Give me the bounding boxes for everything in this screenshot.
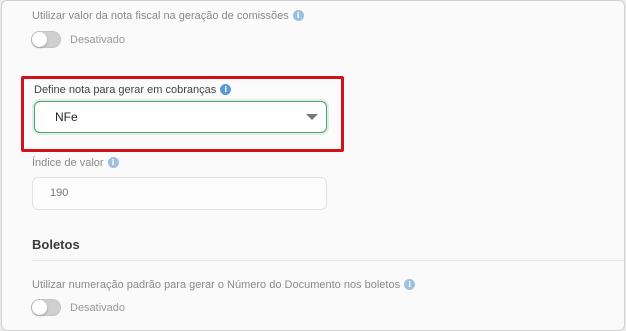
billing-note-select[interactable]: NFe <box>34 101 327 133</box>
info-icon[interactable]: i <box>220 84 232 95</box>
toggle-knob <box>32 32 47 47</box>
value-index-label-row: Índice de valor i <box>32 157 119 169</box>
numbering-toggle-state: Desativado <box>70 302 126 314</box>
toggle-knob <box>32 300 47 315</box>
numbering-setting-label: Utilizar numeração padrão para gerar o N… <box>32 279 401 291</box>
info-icon[interactable]: i <box>292 10 304 21</box>
billing-note-label: Define nota para gerar em cobranças <box>34 84 217 96</box>
billing-note-selected-value: NFe <box>55 110 78 124</box>
section-divider <box>32 260 624 261</box>
commission-setting-label-row: Utilizar valor da nota fiscal na geração… <box>32 10 304 22</box>
value-index-label: Índice de valor <box>32 157 104 169</box>
numbering-setting-label-row: Utilizar numeração padrão para gerar o N… <box>32 279 416 291</box>
billing-note-label-row: Define nota para gerar em cobranças i <box>34 84 232 96</box>
commission-setting-label: Utilizar valor da nota fiscal na geração… <box>32 10 289 22</box>
numbering-toggle[interactable] <box>31 299 61 316</box>
info-icon[interactable]: i <box>404 279 416 290</box>
info-icon[interactable]: i <box>107 157 119 168</box>
billing-note-highlight: Define nota para gerar em cobranças i NFe <box>21 76 344 152</box>
boletos-section-title: Boletos <box>32 237 80 252</box>
commission-toggle[interactable] <box>31 31 61 48</box>
commission-toggle-state: Desativado <box>70 34 126 46</box>
value-index-input[interactable]: 190 <box>32 177 327 210</box>
settings-panel: Utilizar valor da nota fiscal na geração… <box>1 0 625 331</box>
chevron-down-icon[interactable] <box>306 114 318 120</box>
value-index-value: 190 <box>50 187 69 199</box>
